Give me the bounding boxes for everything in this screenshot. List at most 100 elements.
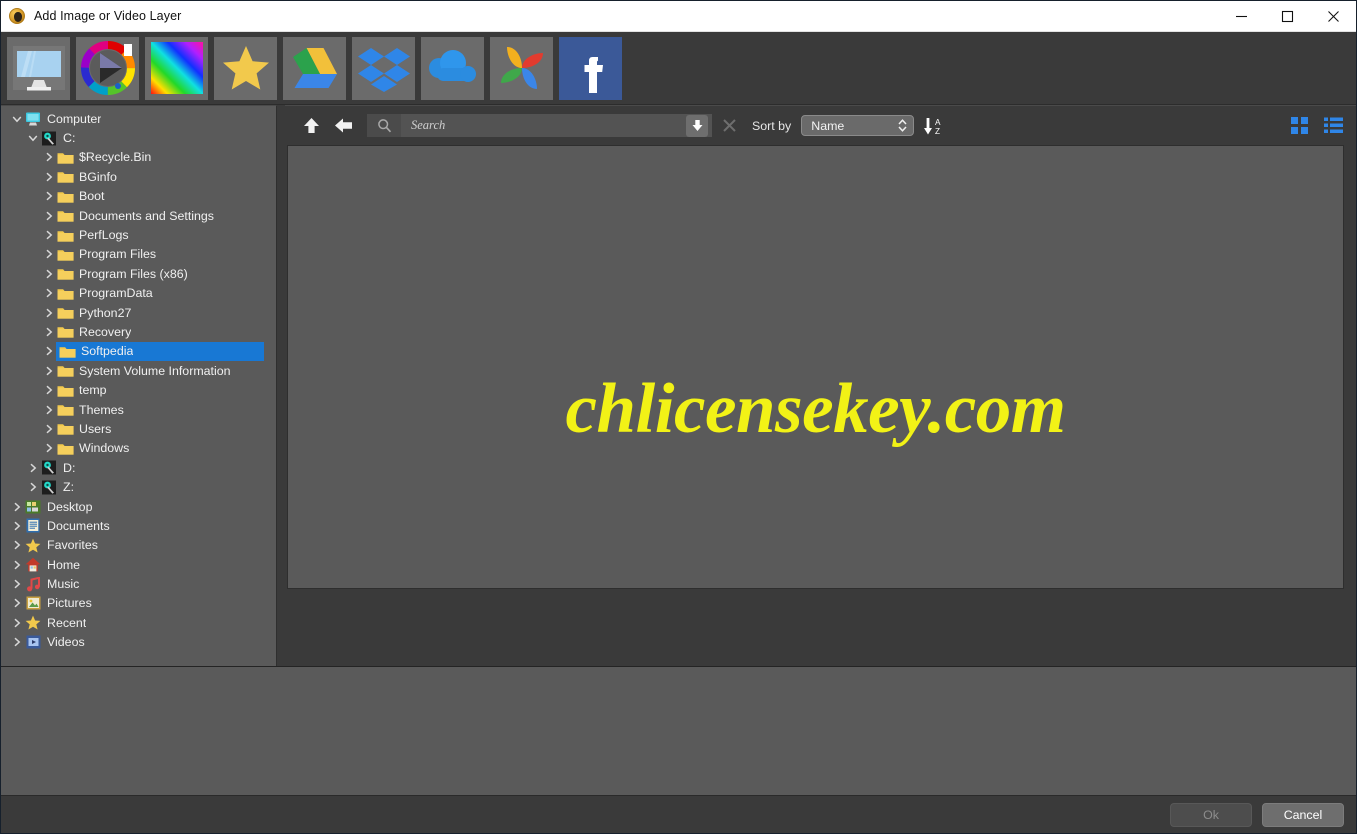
ok-button[interactable]: Ok xyxy=(1170,802,1252,827)
tree-item[interactable]: C: xyxy=(1,128,276,147)
drive-icon xyxy=(40,460,58,475)
tree-item[interactable]: ProgramData xyxy=(1,284,276,303)
list-view-icon[interactable] xyxy=(1318,112,1348,140)
chevron-right-icon[interactable] xyxy=(41,249,56,259)
chevron-right-icon[interactable] xyxy=(41,308,56,318)
source-facebook-button[interactable] xyxy=(559,36,622,100)
computer-monitor-icon xyxy=(11,40,67,96)
tree-item[interactable]: Music xyxy=(1,574,276,593)
search-input[interactable] xyxy=(401,114,712,137)
tree-item[interactable]: temp xyxy=(1,380,276,399)
source-color-picker-button[interactable] xyxy=(76,36,139,100)
chevron-down-icon[interactable] xyxy=(25,134,40,142)
search-field[interactable] xyxy=(367,114,712,137)
tree-item[interactable]: Z: xyxy=(1,477,276,496)
chevron-right-icon[interactable] xyxy=(41,385,56,395)
folder-icon xyxy=(58,344,76,359)
tree-item-label: System Volume Information xyxy=(79,363,231,378)
source-dropbox-button[interactable] xyxy=(352,36,415,100)
file-list-area[interactable]: chlicensekey.com xyxy=(285,145,1356,666)
chevron-right-icon[interactable] xyxy=(9,618,24,628)
tree-item[interactable]: Pictures xyxy=(1,594,276,613)
chevron-right-icon[interactable] xyxy=(9,637,24,647)
tree-item-label: Documents xyxy=(47,518,110,533)
tree-item[interactable]: Documents xyxy=(1,516,276,535)
chevron-right-icon[interactable] xyxy=(41,230,56,240)
location-sidebar[interactable]: Computer C: $Recycle.Bin BGinfo Boot Document… xyxy=(1,105,277,666)
arrow-left-icon[interactable] xyxy=(327,111,359,141)
tree-item-label: temp xyxy=(79,383,107,398)
tree-item[interactable]: Recovery xyxy=(1,322,276,341)
chevron-right-icon[interactable] xyxy=(25,463,40,473)
chevron-right-icon[interactable] xyxy=(41,327,56,337)
tree-item[interactable]: Recent xyxy=(1,613,276,632)
chevron-right-icon[interactable] xyxy=(41,288,56,298)
chevron-down-icon[interactable] xyxy=(9,115,24,123)
chevron-right-icon[interactable] xyxy=(9,579,24,589)
chevron-right-icon[interactable] xyxy=(41,443,56,453)
grid-view-icon[interactable] xyxy=(1284,112,1314,140)
close-icon[interactable] xyxy=(1310,1,1356,32)
source-favorites-button[interactable] xyxy=(214,36,277,100)
tree-item[interactable]: Program Files xyxy=(1,245,276,264)
tree-item[interactable]: Computer xyxy=(1,109,276,128)
chevron-right-icon[interactable] xyxy=(41,366,56,376)
tree-item[interactable]: Program Files (x86) xyxy=(1,264,276,283)
chevron-right-icon[interactable] xyxy=(9,540,24,550)
sort-az-descending-icon[interactable]: A Z xyxy=(920,112,948,140)
file-list-scrollbar-vertical[interactable] xyxy=(1344,145,1356,589)
source-gradient-button[interactable] xyxy=(145,36,208,100)
tree-item[interactable]: PerfLogs xyxy=(1,225,276,244)
drive-icon xyxy=(40,131,58,146)
tree-item-label: Music xyxy=(47,577,80,592)
download-arrow-icon[interactable] xyxy=(686,114,708,137)
chevron-right-icon[interactable] xyxy=(41,211,56,221)
minimize-icon[interactable] xyxy=(1218,1,1264,32)
source-onedrive-button[interactable] xyxy=(421,36,484,100)
sidebar-splitter[interactable] xyxy=(277,105,285,666)
tree-item[interactable]: Videos xyxy=(1,633,276,652)
location-tree[interactable]: Computer C: $Recycle.Bin BGinfo Boot Document… xyxy=(1,106,276,652)
tree-item[interactable]: D: xyxy=(1,458,276,477)
tree-item[interactable]: Users xyxy=(1,419,276,438)
chevron-right-icon[interactable] xyxy=(9,560,24,570)
chevron-right-icon[interactable] xyxy=(41,172,56,182)
tree-item[interactable]: Home xyxy=(1,555,276,574)
add-image-or-video-layer-dialog: Add Image or Video Layer Computer C: $Re… xyxy=(0,0,1357,834)
tree-item-label: Documents and Settings xyxy=(79,208,214,223)
chevron-right-icon[interactable] xyxy=(41,424,56,434)
source-google-photos-button[interactable] xyxy=(490,36,553,100)
tree-item[interactable]: Favorites xyxy=(1,536,276,555)
tree-item[interactable]: Themes xyxy=(1,400,276,419)
maximize-icon[interactable] xyxy=(1264,1,1310,32)
sort-by-select[interactable]: Name xyxy=(801,115,915,136)
folder-icon xyxy=(56,189,74,204)
folder-icon xyxy=(56,286,74,301)
chevron-right-icon[interactable] xyxy=(41,405,56,415)
tree-item[interactable]: $Recycle.Bin xyxy=(1,148,276,167)
drive-icon xyxy=(40,480,58,495)
folder-icon xyxy=(56,421,74,436)
tree-item[interactable]: BGinfo xyxy=(1,167,276,186)
clear-x-icon[interactable] xyxy=(714,113,744,139)
chevron-right-icon[interactable] xyxy=(25,482,40,492)
chevron-right-icon[interactable] xyxy=(9,502,24,512)
chevron-right-icon[interactable] xyxy=(41,191,56,201)
cancel-button[interactable]: Cancel xyxy=(1262,802,1344,827)
arrow-up-icon[interactable] xyxy=(295,111,327,141)
source-computer-button[interactable] xyxy=(7,36,70,100)
tree-item[interactable]: Documents and Settings xyxy=(1,206,276,225)
file-list-viewport[interactable]: chlicensekey.com xyxy=(287,145,1344,589)
tree-item[interactable]: Windows xyxy=(1,439,276,458)
chevron-right-icon[interactable] xyxy=(41,152,56,162)
chevron-right-icon[interactable] xyxy=(41,346,56,356)
tree-item[interactable]: System Volume Information xyxy=(1,361,276,380)
chevron-right-icon[interactable] xyxy=(41,269,56,279)
tree-item[interactable]: Softpedia xyxy=(1,341,270,362)
tree-item[interactable]: Boot xyxy=(1,187,276,206)
chevron-right-icon[interactable] xyxy=(9,521,24,531)
tree-item[interactable]: Python27 xyxy=(1,303,276,322)
chevron-right-icon[interactable] xyxy=(9,598,24,608)
tree-item[interactable]: Desktop xyxy=(1,497,276,516)
source-google-drive-button[interactable] xyxy=(283,36,346,100)
